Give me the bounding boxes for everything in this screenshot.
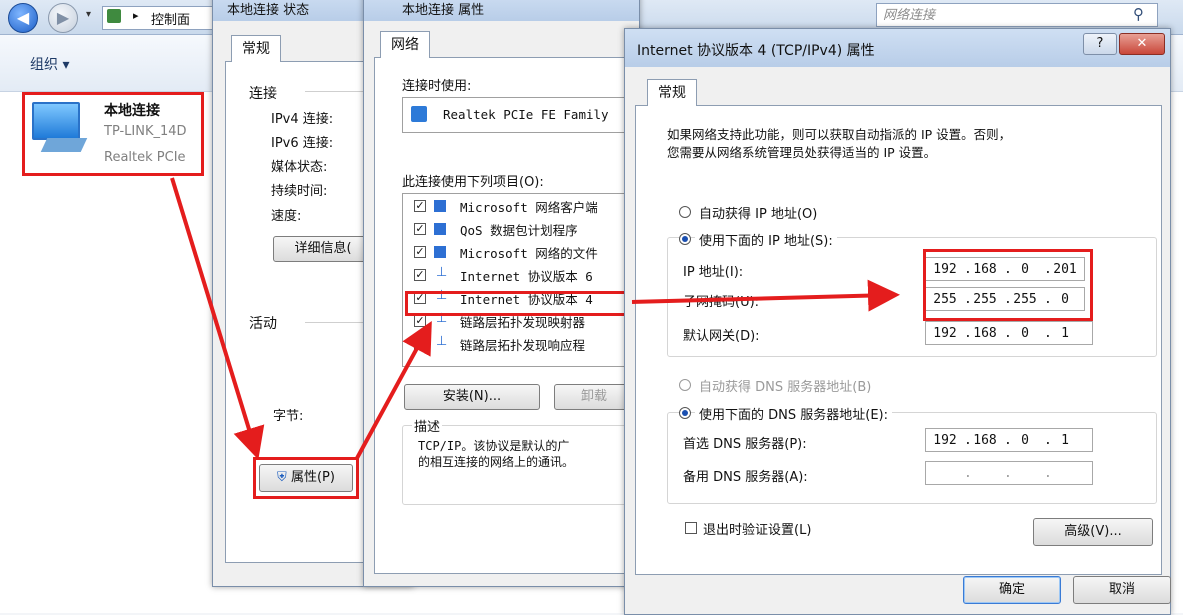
arrow-to-ip-fields [631, 279, 900, 312]
annotation-arrows [170, 177, 900, 461]
arrow-to-properties [170, 177, 265, 460]
arrow-to-ipv4-item [354, 320, 432, 461]
